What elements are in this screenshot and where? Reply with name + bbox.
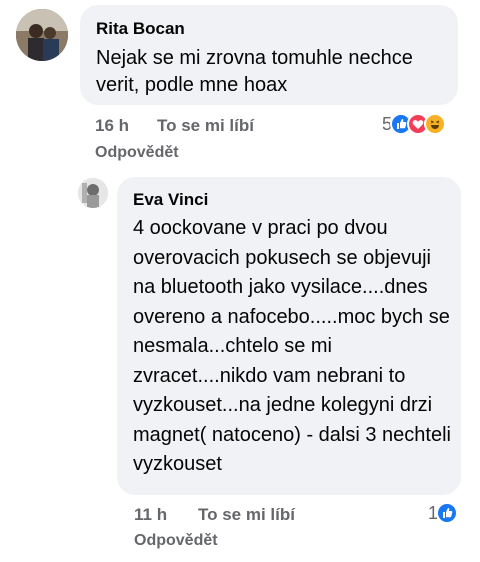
comment-author[interactable]: Rita Bocan <box>96 19 185 39</box>
avatar[interactable] <box>16 9 68 61</box>
reaction-summary[interactable]: 5 <box>382 113 447 135</box>
like-icon <box>436 502 459 524</box>
reply-button[interactable]: Odpovědět <box>134 532 218 550</box>
comment-time[interactable]: 16 h <box>95 116 129 136</box>
comment-author[interactable]: Eva Vinci <box>133 190 208 210</box>
comment-bubble: Eva Vinci 4 oockovane v praci po dvou ov… <box>117 177 461 495</box>
like-button[interactable]: To se mi líbí <box>157 116 254 136</box>
comment-bubble: Rita Bocan Nejak se mi zrovna tomuhle ne… <box>80 5 458 105</box>
comment-text: Nejak se mi zrovna tomuhle nechce verit,… <box>96 47 413 96</box>
haha-icon <box>424 113 447 135</box>
reply-button[interactable]: Odpovědět <box>95 144 179 162</box>
comment-time[interactable]: 11 h <box>134 505 167 525</box>
avatar[interactable] <box>78 178 108 208</box>
comment-text: 4 oockovane v praci po dvou overovacich … <box>133 217 451 475</box>
like-button[interactable]: To se mi líbí <box>198 505 295 525</box>
reaction-summary[interactable]: 1 <box>428 502 459 524</box>
